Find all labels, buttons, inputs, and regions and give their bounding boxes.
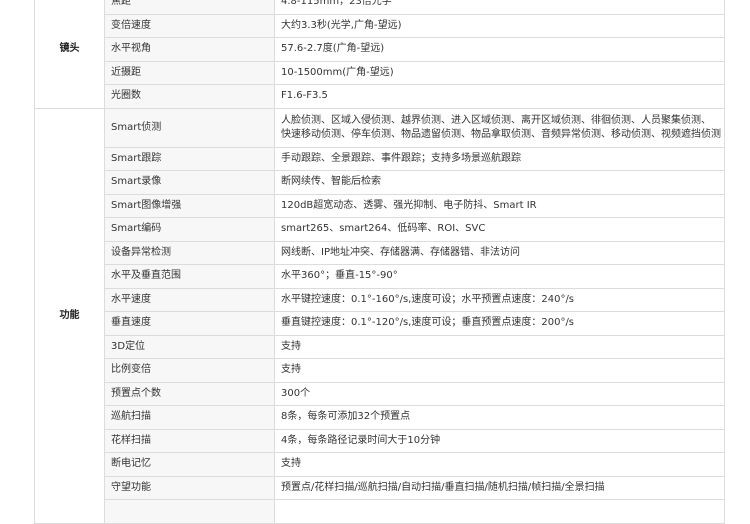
spec-value xyxy=(274,499,725,524)
spec-table-body: 镜头 焦距 4.8-115mm，23倍光学 变倍速度 大约3.3秒(光学,广角-… xyxy=(34,0,725,524)
table-row: 3D定位 支持 xyxy=(35,334,725,359)
table-row: 预置点个数 300个 xyxy=(35,381,725,406)
spec-value: 人脸侦测、区域入侵侦测、越界侦测、进入区域侦测、离开区域侦测、徘徊侦测、人员聚集… xyxy=(274,107,725,148)
spec-key: 焦距 xyxy=(104,0,275,15)
spec-value: 57.6-2.7度(广角-望远) xyxy=(274,37,725,62)
table-row: 守望功能 预置点/花样扫描/巡航扫描/自动扫描/垂直扫描/随机扫描/帧扫描/全景… xyxy=(35,475,725,500)
spec-value-line: 人脸侦测、区域入侵侦测、越界侦测、进入区域侦测、离开区域侦测、徘徊侦测、人员聚集… xyxy=(281,114,711,126)
spec-value: 10-1500mm(广角-望远) xyxy=(274,60,725,85)
spec-value: 水平360°；垂直-15°-90° xyxy=(274,264,725,289)
spec-value: 支持 xyxy=(274,334,725,359)
table-row: 垂直速度 垂直键控速度：0.1°-120°/s,速度可设；垂直预置点速度：200… xyxy=(35,311,725,336)
spec-table: 镜头 焦距 4.8-115mm，23倍光学 变倍速度 大约3.3秒(光学,广角-… xyxy=(34,0,725,524)
spec-key: 变倍速度 xyxy=(104,13,275,38)
category-function: 功能 xyxy=(34,107,105,524)
spec-key: 预置点个数 xyxy=(104,381,275,406)
spec-value: smart265、smart264、低码率、ROI、SVC xyxy=(274,217,725,242)
spec-key: 断电记忆 xyxy=(104,452,275,477)
spec-value: 断网续传、智能后检索 xyxy=(274,170,725,195)
table-row: 断电记忆 支持 xyxy=(35,452,725,477)
spec-value-line: 快速移动侦测、停车侦测、物品遗留侦测、物品拿取侦测、音频异常侦测、移动侦测、视频… xyxy=(281,128,721,140)
table-row: Smart跟踪 手动跟踪、全景跟踪、事件跟踪；支持多场景巡航跟踪 xyxy=(35,146,725,171)
table-row: 水平速度 水平键控速度：0.1°-160°/s,速度可设；水平预置点速度：240… xyxy=(35,287,725,312)
category-lens: 镜头 xyxy=(34,0,105,109)
table-row: 近摄距 10-1500mm(广角-望远) xyxy=(35,60,725,85)
spec-key: 水平视角 xyxy=(104,37,275,62)
spec-value: 水平键控速度：0.1°-160°/s,速度可设；水平预置点速度：240°/s xyxy=(274,287,725,312)
table-row: 巡航扫描 8条，每条可添加32个预置点 xyxy=(35,405,725,430)
table-row: Smart录像 断网续传、智能后检索 xyxy=(35,170,725,195)
table-row: 设备异常检测 网线断、IP地址冲突、存储器满、存储器错、非法访问 xyxy=(35,240,725,265)
spec-key: 设备异常检测 xyxy=(104,240,275,265)
spec-key: 垂直速度 xyxy=(104,311,275,336)
table-row: 功能 Smart侦测 人脸侦测、区域入侵侦测、越界侦测、进入区域侦测、离开区域侦… xyxy=(34,107,725,524)
spec-key: Smart录像 xyxy=(104,170,275,195)
spec-key: 花样扫描 xyxy=(104,428,275,453)
spec-value: 支持 xyxy=(274,358,725,383)
spec-value: 4条，每条路径记录时间大于10分钟 xyxy=(274,428,725,453)
spec-value: 预置点/花样扫描/巡航扫描/自动扫描/垂直扫描/随机扫描/帧扫描/全景扫描 xyxy=(274,475,725,500)
table-row: 花样扫描 4条，每条路径记录时间大于10分钟 xyxy=(35,428,725,453)
table-row: Smart图像增强 120dB超宽动态、透雾、强光抑制、电子防抖、Smart I… xyxy=(35,193,725,218)
spec-value: F1.6-F3.5 xyxy=(274,84,725,109)
table-row: 光圈数 F1.6-F3.5 xyxy=(35,84,725,109)
spec-value: 大约3.3秒(光学,广角-望远) xyxy=(274,13,725,38)
spec-value: 4.8-115mm，23倍光学 xyxy=(274,0,725,15)
spec-key: 比例变倍 xyxy=(104,358,275,383)
spec-value: 8条，每条可添加32个预置点 xyxy=(274,405,725,430)
spec-key: Smart编码 xyxy=(104,217,275,242)
spec-key: 守望功能 xyxy=(104,475,275,500)
spec-value: 手动跟踪、全景跟踪、事件跟踪；支持多场景巡航跟踪 xyxy=(274,146,725,171)
table-row: 比例变倍 支持 xyxy=(35,358,725,383)
spec-key: Smart图像增强 xyxy=(104,193,275,218)
table-row: 水平视角 57.6-2.7度(广角-望远) xyxy=(35,37,725,62)
spec-value: 120dB超宽动态、透雾、强光抑制、电子防抖、Smart IR xyxy=(274,193,725,218)
spec-key: Smart侦测 xyxy=(104,107,275,148)
spec-key: 巡航扫描 xyxy=(104,405,275,430)
spec-key: 水平及垂直范围 xyxy=(104,264,275,289)
spec-key: 光圈数 xyxy=(104,84,275,109)
table-row: 变倍速度 大约3.3秒(光学,广角-望远) xyxy=(35,13,725,38)
table-row xyxy=(35,499,725,524)
spec-value: 垂直键控速度：0.1°-120°/s,速度可设；垂直预置点速度：200°/s xyxy=(274,311,725,336)
spec-key: Smart跟踪 xyxy=(104,146,275,171)
table-row: 水平及垂直范围 水平360°；垂直-15°-90° xyxy=(35,264,725,289)
spec-key: 3D定位 xyxy=(104,334,275,359)
spec-value: 300个 xyxy=(274,381,725,406)
spec-value: 支持 xyxy=(274,452,725,477)
spec-key: 近摄距 xyxy=(104,60,275,85)
spec-key: 水平速度 xyxy=(104,287,275,312)
spec-value: 网线断、IP地址冲突、存储器满、存储器错、非法访问 xyxy=(274,240,725,265)
table-row: Smart编码 smart265、smart264、低码率、ROI、SVC xyxy=(35,217,725,242)
spec-key xyxy=(104,499,275,524)
table-row: 镜头 焦距 4.8-115mm，23倍光学 xyxy=(34,0,725,109)
